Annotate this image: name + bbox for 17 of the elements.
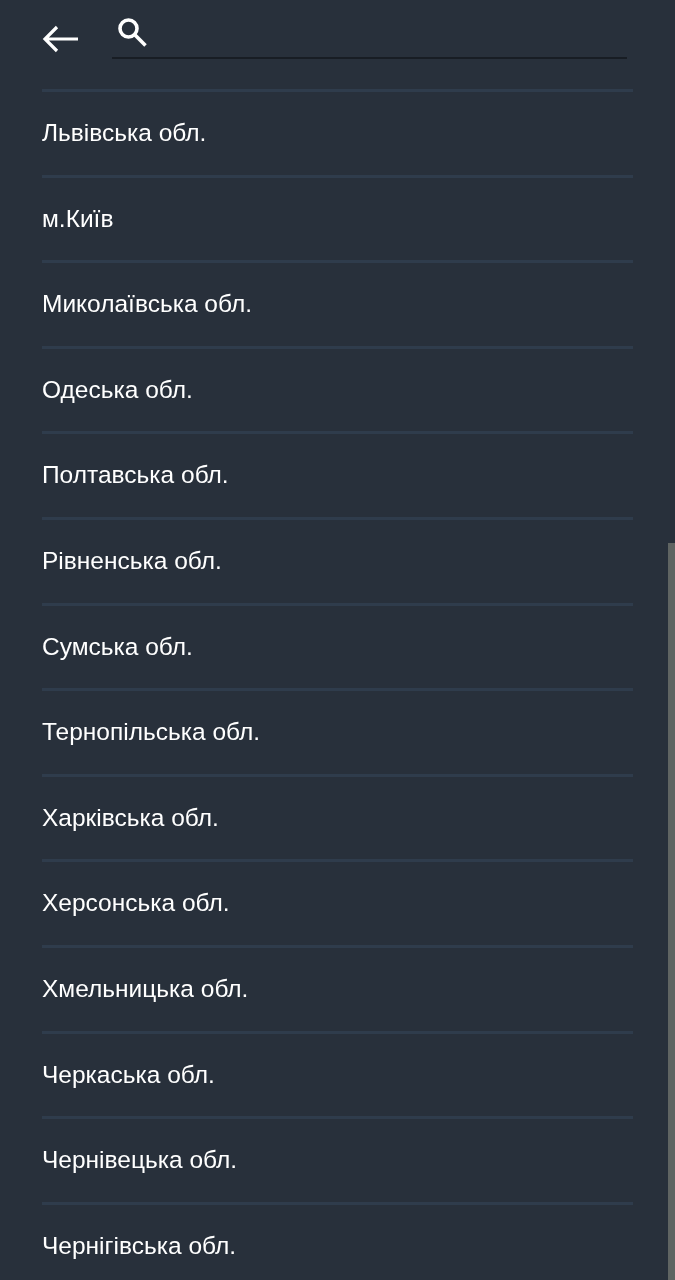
region-list-item[interactable]: Хмельницька обл. [42, 977, 249, 1002]
region-list-item[interactable]: Сумська обл. [42, 634, 193, 660]
scrollbar-thumb[interactable] [668, 543, 675, 1280]
region-list-item[interactable]: Тернопільська обл. [42, 720, 261, 745]
region-list-item[interactable]: Львівська обл. [42, 121, 207, 146]
region-list-item[interactable]: Рівненська обл. [42, 549, 222, 574]
search-icon [117, 16, 147, 47]
region-list-item[interactable]: м.Київ [42, 206, 114, 232]
region-list-item[interactable]: Чернігівська обл. [42, 1233, 237, 1259]
region-list-item[interactable]: Чернівецька обл. [42, 1148, 238, 1173]
region-list-item[interactable]: Херсонська обл. [42, 891, 230, 916]
region-list-item[interactable]: Одеська обл. [42, 377, 193, 403]
region-list-item[interactable]: Харківська обл. [42, 805, 219, 831]
region-list-item[interactable]: Миколаївська обл. [42, 292, 252, 317]
region-list-item[interactable]: Черкаська обл. [42, 1062, 215, 1088]
region-list-item[interactable]: Полтавська обл. [42, 463, 229, 488]
back-arrow-icon [42, 24, 78, 53]
